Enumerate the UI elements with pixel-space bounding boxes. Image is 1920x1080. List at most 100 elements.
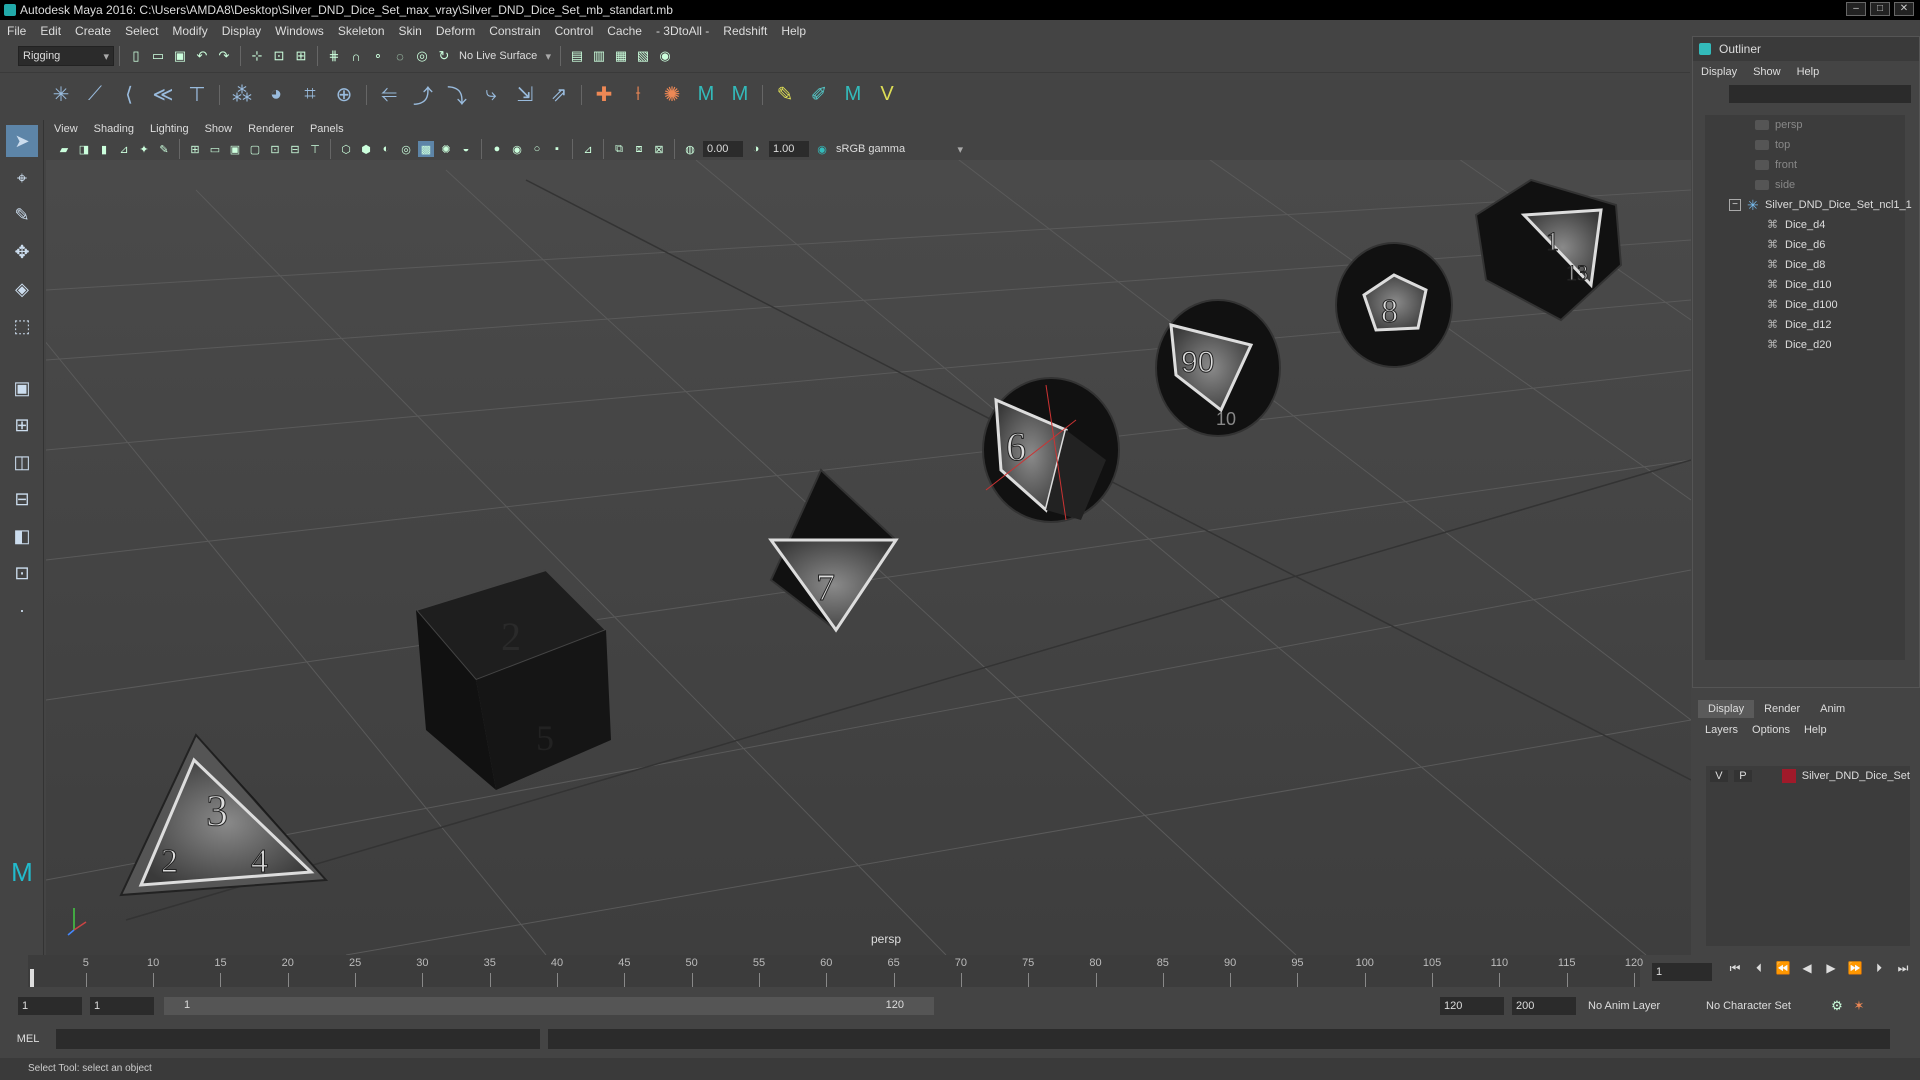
snap-curve-icon[interactable]: ∩: [347, 47, 365, 65]
dice-d100[interactable]: 90 10: [1155, 299, 1281, 437]
playback-start-field[interactable]: 1: [90, 997, 154, 1015]
hypershade-icon[interactable]: ◉: [656, 47, 674, 65]
grease-pencil-icon[interactable]: ✎: [156, 141, 172, 157]
mel-label[interactable]: MEL: [0, 1033, 56, 1045]
step-back-key-icon[interactable]: ⏪: [1773, 961, 1793, 976]
move-tool-icon[interactable]: ✥: [6, 236, 38, 268]
end-time-field[interactable]: 200: [1512, 997, 1576, 1015]
menu-file[interactable]: File: [0, 24, 33, 38]
outliner-menu-help[interactable]: Help: [1789, 66, 1828, 78]
wireframe-on-shaded-icon[interactable]: ◎: [398, 141, 414, 157]
anim-layer-dropdown[interactable]: No Anim Layer: [1584, 997, 1694, 1015]
safe-action-icon[interactable]: ⊟: [287, 141, 303, 157]
film-gate-icon[interactable]: ▭: [207, 141, 223, 157]
paint-weights-icon[interactable]: ✎: [770, 80, 800, 110]
exposure-field[interactable]: 0.00: [703, 141, 743, 157]
color-space-dropdown[interactable]: sRGB gamma: [832, 139, 967, 159]
blendshape-icon[interactable]: V: [872, 80, 902, 110]
select-tool-icon[interactable]: ➤: [6, 125, 38, 157]
xray-joints-icon[interactable]: ⧈: [631, 141, 647, 157]
layer-playback-toggle[interactable]: P: [1733, 770, 1752, 782]
layer-row[interactable]: V P Silver_DND_Dice_Set: [1706, 766, 1910, 786]
scale-constraint-icon[interactable]: ⇲: [510, 80, 540, 110]
2d-pan-icon[interactable]: ✦: [136, 141, 152, 157]
go-to-end-icon[interactable]: ⏭: [1893, 961, 1913, 976]
xray-icon[interactable]: ⧉: [611, 141, 627, 157]
single-perspective-layout-icon[interactable]: ▣: [6, 372, 38, 404]
menu-select[interactable]: Select: [118, 24, 165, 38]
wire-icon[interactable]: ⊕: [329, 80, 359, 110]
cluster-icon[interactable]: ⁂: [227, 80, 257, 110]
current-frame-field[interactable]: 1: [1652, 963, 1712, 981]
wireframe-icon[interactable]: ⬡: [338, 141, 354, 157]
gamma-field[interactable]: 1.00: [769, 141, 809, 157]
character-set-dropdown[interactable]: No Character Set: [1702, 997, 1822, 1015]
aim-constraint-icon[interactable]: ⇗: [544, 80, 574, 110]
menu-control[interactable]: Control: [548, 24, 601, 38]
parent-constraint-icon[interactable]: ⤴: [408, 80, 438, 110]
orient-constraint-icon[interactable]: ⤷: [476, 80, 506, 110]
menu-create[interactable]: Create: [68, 24, 118, 38]
menu-display[interactable]: Display: [215, 24, 268, 38]
outliner-item-dice-d100[interactable]: ⌘ Dice_d100: [1705, 295, 1905, 315]
start-time-field[interactable]: 1: [18, 997, 82, 1015]
lights-icon[interactable]: ✺: [438, 141, 454, 157]
tab-render[interactable]: Render: [1754, 700, 1810, 718]
menu-constrain[interactable]: Constrain: [482, 24, 547, 38]
textured-icon[interactable]: ▩: [418, 141, 434, 157]
outliner-filter-input[interactable]: [1729, 85, 1911, 103]
render-view-icon[interactable]: ▧: [634, 47, 652, 65]
go-to-start-icon[interactable]: ⏮: [1725, 961, 1745, 976]
ik-spline-icon[interactable]: ⟨: [114, 80, 144, 110]
outliner-item-dice-d8[interactable]: ⌘ Dice_d8: [1705, 255, 1905, 275]
perspective-viewport[interactable]: 3 2 4 2 5 7 6 90 10 8 1 13 persp: [46, 160, 1691, 955]
uv-layout-icon[interactable]: ⊡: [6, 557, 38, 589]
persp-outliner-layout-icon[interactable]: ◫: [6, 446, 38, 478]
outliner-item-dice-d12[interactable]: ⌘ Dice_d12: [1705, 315, 1905, 335]
select-hierarchy-icon[interactable]: ⊹: [248, 47, 266, 65]
menu-3dtoall[interactable]: - 3DtoAll -: [649, 24, 716, 38]
safe-title-icon[interactable]: ⊤: [307, 141, 323, 157]
vp-menu-shading[interactable]: Shading: [86, 123, 142, 135]
vp-menu-renderer[interactable]: Renderer: [240, 123, 302, 135]
step-forward-icon[interactable]: ⏵: [1869, 961, 1889, 976]
maya-m-icon-b[interactable]: M: [725, 80, 755, 110]
preferences-icon[interactable]: ✶: [1850, 997, 1868, 1015]
snap-surface-icon[interactable]: ◎: [413, 47, 431, 65]
four-view-layout-icon[interactable]: ⊞: [6, 409, 38, 441]
outliner-item-side[interactable]: side: [1705, 175, 1905, 195]
menuset-dropdown[interactable]: Rigging: [18, 46, 114, 66]
menu-deform[interactable]: Deform: [429, 24, 482, 38]
hypershade-layout-icon[interactable]: ◧: [6, 520, 38, 552]
undo-icon[interactable]: ↶: [193, 47, 211, 65]
layer-color-swatch[interactable]: [1781, 769, 1796, 783]
step-back-icon[interactable]: ⏴: [1749, 961, 1769, 976]
menu-skin[interactable]: Skin: [392, 24, 429, 38]
layers-menu-options[interactable]: Options: [1745, 724, 1797, 736]
command-input[interactable]: [56, 1029, 540, 1049]
camera-select-icon[interactable]: ▰: [56, 141, 72, 157]
xray-active-icon[interactable]: ⊠: [651, 141, 667, 157]
dice-d12[interactable]: 8: [1335, 242, 1453, 368]
outliner-item-dice-d20[interactable]: ⌘ Dice_d20: [1705, 335, 1905, 355]
play-backward-icon[interactable]: ◀: [1797, 961, 1817, 976]
new-scene-icon[interactable]: ▯: [127, 47, 145, 65]
menu-redshift[interactable]: Redshift: [716, 24, 774, 38]
range-slider-bar[interactable]: 1 120: [164, 997, 934, 1015]
tab-anim[interactable]: Anim: [1810, 700, 1855, 718]
dof-icon[interactable]: ▪: [549, 141, 565, 157]
menu-edit[interactable]: Edit: [33, 24, 68, 38]
current-time-marker[interactable]: [30, 969, 34, 987]
layer-visibility-toggle[interactable]: V: [1710, 770, 1728, 782]
transform-icon[interactable]: ✚: [589, 80, 619, 110]
minimize-button[interactable]: –: [1846, 2, 1866, 16]
scale-tool-icon[interactable]: ⬚: [6, 310, 38, 342]
resolution-gate-icon[interactable]: ▣: [227, 141, 243, 157]
vp-menu-lighting[interactable]: Lighting: [142, 123, 197, 135]
dice-d10[interactable]: 6: [982, 377, 1120, 523]
outliner-item-dice-d6[interactable]: ⌘ Dice_d6: [1705, 235, 1905, 255]
ik-handle-icon[interactable]: ⟋: [80, 80, 110, 110]
default-material-icon[interactable]: ◐: [378, 141, 394, 157]
step-forward-key-icon[interactable]: ⏩: [1845, 961, 1865, 976]
snap-grid-icon[interactable]: ⋕: [325, 47, 343, 65]
